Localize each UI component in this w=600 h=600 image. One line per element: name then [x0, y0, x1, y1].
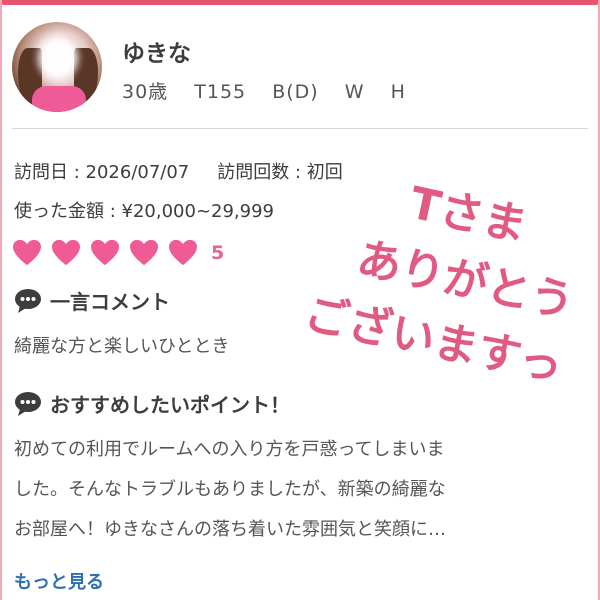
- see-more-link[interactable]: もっと見る: [14, 568, 104, 594]
- points-line: 初めての利用でルームへの入り方を戸惑ってしまいま: [14, 439, 445, 460]
- avatar-clothing: [32, 86, 86, 112]
- divider: [12, 128, 588, 129]
- comment-heading-label: 一言コメント: [50, 290, 170, 314]
- heart-icon: [51, 239, 81, 267]
- points-heading: おすすめしたいポイント！: [14, 389, 290, 418]
- points-line: した。そんなトラブルもありましたが、新築の綺麗な: [14, 479, 446, 500]
- points-heading-label: おすすめしたいポイント！: [50, 393, 290, 417]
- rating-value: 5: [211, 242, 225, 264]
- profile-specs: 30歳 T155 B(D) W H: [122, 81, 406, 103]
- points-line: お部屋へ！ゆきなさんの落ち着いた雰囲気と笑顔に…: [14, 519, 446, 540]
- points-text: 初めての利用でルームへの入り方を戸惑ってしまいま した。そんなトラブルもありまし…: [14, 430, 588, 550]
- top-accent-bar: [0, 0, 600, 5]
- heart-icon: [129, 239, 159, 267]
- visit-date: 訪問日 : 2026/07/07: [14, 162, 190, 183]
- card-border-left: [0, 0, 2, 600]
- visit-info: 訪問日 : 2026/07/07 訪問回数 : 初回: [14, 158, 343, 184]
- speech-bubble-icon: [15, 288, 41, 313]
- heart-icon: [12, 239, 42, 267]
- heart-icon: [168, 239, 198, 267]
- comment-text: 綺麗な方と楽しいひととき: [14, 336, 230, 357]
- avatar[interactable]: [12, 22, 102, 112]
- visit-price: 使った金額 : ¥20,000~29,999: [14, 201, 275, 222]
- heart-icon: [90, 239, 120, 267]
- rating-hearts: 5: [12, 238, 224, 268]
- thank-you-stamp: Tさま ありがとう ございますっ: [300, 177, 580, 392]
- speech-bubble-icon: [15, 391, 41, 416]
- comment-heading: 一言コメント: [14, 286, 170, 315]
- profile-name[interactable]: ゆきな: [122, 34, 191, 68]
- avatar-face-blur: [38, 36, 78, 80]
- stamp-line-1: Tさま: [405, 178, 531, 252]
